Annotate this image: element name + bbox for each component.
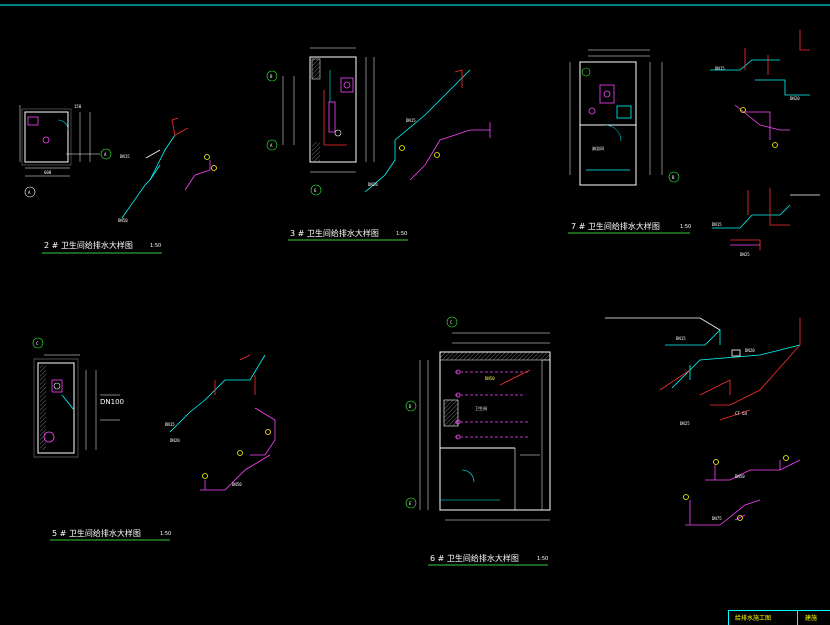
- svg-text:DN15: DN15: [715, 66, 725, 71]
- svg-text:DN15: DN15: [712, 222, 722, 227]
- plan-bath-6f: C D E 卫生间 DN50: [405, 316, 551, 521]
- scale-bath-6f: 1:50: [537, 556, 549, 562]
- plan-bath-5f: C DN100: [32, 337, 124, 458]
- axis-label-c-6f: C: [450, 320, 453, 325]
- svg-text:DN25: DN25: [680, 421, 690, 426]
- title-bath-6f: 6 # 卫生间给排水大样图: [430, 554, 519, 563]
- svg-text:DN20: DN20: [790, 96, 800, 101]
- svg-text:A: A: [104, 152, 107, 157]
- iso-bath-6f-bottom: DN50 DN75: [683, 455, 801, 526]
- scale-bath-5f: 1:50: [160, 531, 172, 537]
- room-label-6f: 卫生间: [475, 405, 487, 411]
- iso-bath-2f: DN15 DN50: [118, 117, 217, 223]
- axis-label-d-6f: D: [409, 404, 412, 409]
- title-bath-5f: 5 # 卫生间给排水大样图: [52, 529, 141, 538]
- svg-text:DN50: DN50: [735, 474, 745, 479]
- iso-bath-7f-bottom: DN15 DN25: [712, 188, 820, 257]
- axis-label-a-3f: A: [270, 143, 273, 148]
- svg-text:DN15: DN15: [676, 336, 686, 341]
- title-block: 给排水施工图 建施: [728, 610, 830, 625]
- pipe-label-6f: CT 64: [735, 411, 748, 416]
- iso-bath-5f: DN15 DN20 DN50: [165, 354, 276, 491]
- axis-label-b-3f: B: [270, 74, 273, 79]
- svg-text:DN20: DN20: [368, 182, 378, 187]
- note-label-6f: DN50: [485, 376, 495, 381]
- title-bath-3f: 3 # 卫生间给排水大样图: [290, 229, 379, 238]
- svg-text:DN15: DN15: [406, 118, 416, 123]
- scale-bath-7f: 1:50: [680, 224, 692, 230]
- axis-label-e-6f: E: [409, 501, 412, 506]
- plan-bath-3f: B A 6: [266, 47, 375, 196]
- title-underlines: [42, 232, 690, 566]
- svg-text:DN50: DN50: [232, 482, 242, 487]
- cad-drawing-canvas: A A 150 600 DN15 DN50 B A 6 DN15 DN20 B …: [0, 0, 830, 625]
- title-block-left: 给排水施工图: [735, 615, 772, 622]
- svg-text:DN25: DN25: [740, 252, 750, 257]
- title-bath-7f: 7 # 卫生间给排水大样图: [571, 222, 660, 231]
- svg-text:600: 600: [44, 170, 52, 175]
- dn100-label: DN100: [100, 398, 124, 406]
- axis-label-c-5f: C: [36, 341, 39, 346]
- axis-label-a-2f: A: [28, 190, 31, 195]
- svg-text:6: 6: [314, 188, 317, 193]
- room-label-7f: 淋浴间: [592, 145, 604, 151]
- plan-bath-2f: A A 150 600: [19, 104, 112, 198]
- svg-text:DN15: DN15: [165, 422, 175, 427]
- title-bath-2f: 2 # 卫生间给排水大样图: [44, 241, 133, 250]
- svg-text:DN50: DN50: [118, 218, 128, 223]
- title-block-right: 建施: [805, 615, 818, 622]
- iso-bath-7f-top: DN15 DN20: [710, 30, 810, 148]
- svg-text:DN20: DN20: [745, 348, 755, 353]
- svg-text:DN75: DN75: [712, 516, 722, 521]
- plan-bath-7f: B 淋浴间: [569, 49, 680, 186]
- iso-bath-3f: DN15 DN20: [364, 69, 491, 193]
- iso-bath-6f-top: DN20 CT 64 DN15 DN25: [605, 317, 801, 426]
- svg-text:DN20: DN20: [170, 438, 180, 443]
- scale-bath-3f: 1:50: [396, 231, 408, 237]
- scale-bath-2f: 1:50: [150, 243, 162, 249]
- svg-text:DN15: DN15: [120, 154, 130, 159]
- axis-label-b-7f: B: [672, 175, 675, 180]
- svg-text:150: 150: [74, 104, 82, 109]
